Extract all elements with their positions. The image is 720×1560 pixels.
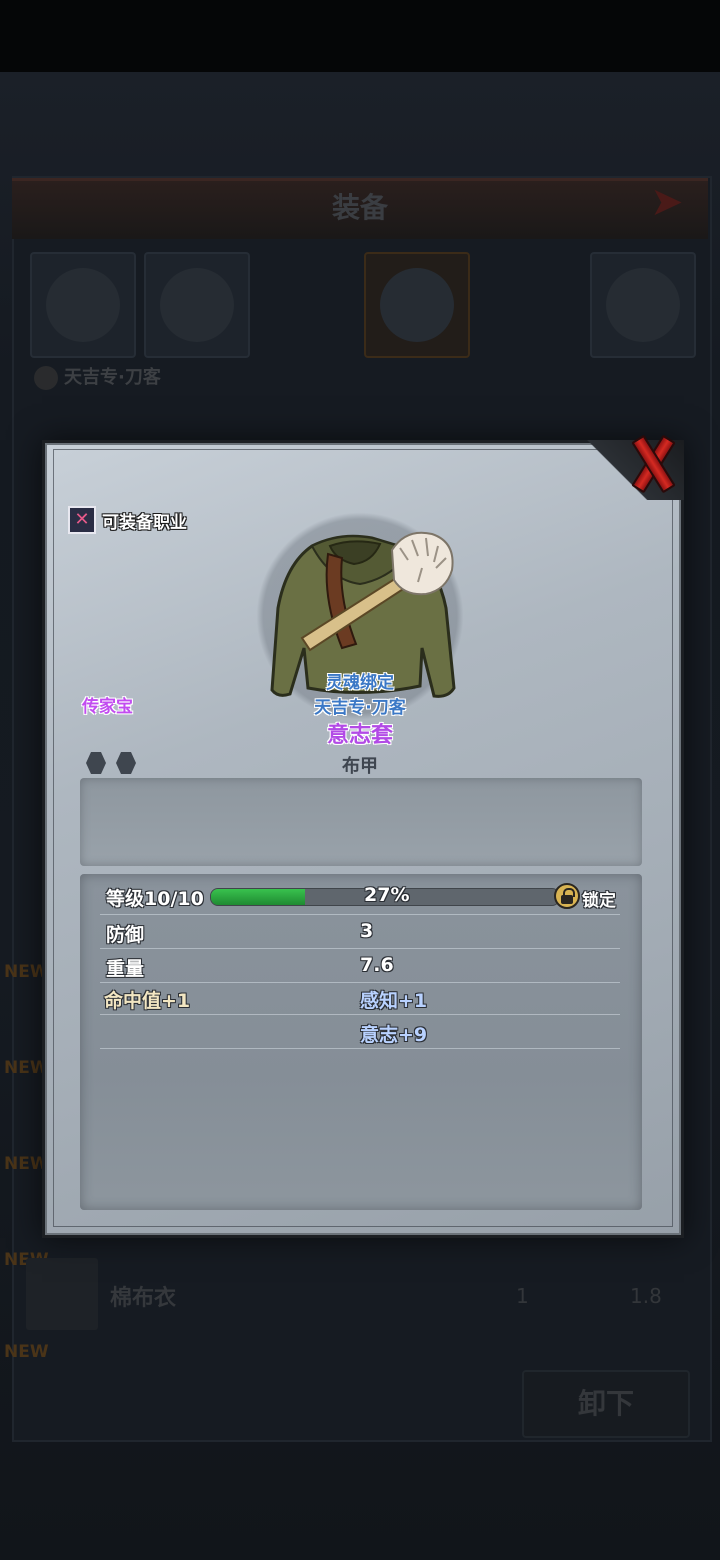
- character-name: 天吉专·刀客: [34, 364, 161, 392]
- stat-divider: [100, 914, 620, 915]
- item-owner: 天吉专·刀客: [314, 698, 406, 718]
- equipment-slot-armor[interactable]: [364, 252, 470, 358]
- defense-value: 3: [360, 920, 374, 942]
- new-badge: NEW: [4, 1342, 49, 1362]
- character-name-label: 天吉专·刀客: [64, 367, 161, 388]
- item-type: 布甲: [342, 756, 378, 777]
- weapon-icon: [46, 268, 120, 342]
- defense-label: 防御: [106, 924, 145, 946]
- level-label: 等级10/10: [106, 888, 204, 910]
- screen-title: 装备: [331, 191, 388, 224]
- bonus-stat-perception: 感知+1: [360, 990, 428, 1012]
- back-arrow-icon[interactable]: ➤: [650, 182, 706, 222]
- weight-value: 7.6: [360, 954, 394, 976]
- list-item[interactable]: 棉布衣 1 1.8: [26, 1258, 696, 1330]
- job-requirement[interactable]: ✕ 可装备职业: [68, 504, 187, 536]
- item-name: 意志套: [326, 723, 393, 748]
- trinket-icon: [606, 268, 680, 342]
- level-progress-text: 27%: [364, 884, 410, 906]
- bonus-stat-accuracy: 命中值+1: [104, 990, 191, 1012]
- stat-divider: [100, 982, 620, 983]
- item-thumbnail: [26, 1258, 98, 1330]
- job-requirement-label: 可装备职业: [102, 512, 187, 533]
- item-binding: 灵魂绑定: [326, 673, 394, 693]
- item-description-box: [80, 778, 642, 866]
- level-progress-fill: [211, 889, 305, 905]
- lock-body: [561, 895, 573, 904]
- equipment-slot-shield[interactable]: [144, 252, 250, 358]
- close-button[interactable]: [622, 432, 680, 494]
- unequip-button[interactable]: 卸下: [522, 1370, 690, 1438]
- weight-label: 重量: [106, 958, 145, 980]
- stat-divider: [100, 1048, 620, 1049]
- list-item-name: 棉布衣: [110, 1286, 177, 1311]
- list-item-weight: 1.8: [630, 1284, 662, 1308]
- list-item-defense: 1: [516, 1284, 529, 1308]
- equipment-slot-trinket[interactable]: [590, 252, 696, 358]
- crossed-swords-icon: ✕: [68, 506, 96, 534]
- stat-divider: [100, 1014, 620, 1015]
- stat-divider: [100, 948, 620, 949]
- lock-label[interactable]: 锁定: [582, 886, 616, 911]
- bonus-stat-will: 意志+9: [360, 1024, 428, 1046]
- equipment-slot-weapon[interactable]: [30, 252, 136, 358]
- lock-icon[interactable]: [554, 883, 580, 909]
- armor-icon: [380, 268, 454, 342]
- character-avatar: [34, 366, 58, 390]
- shield-icon: [160, 268, 234, 342]
- status-bar: [0, 0, 720, 72]
